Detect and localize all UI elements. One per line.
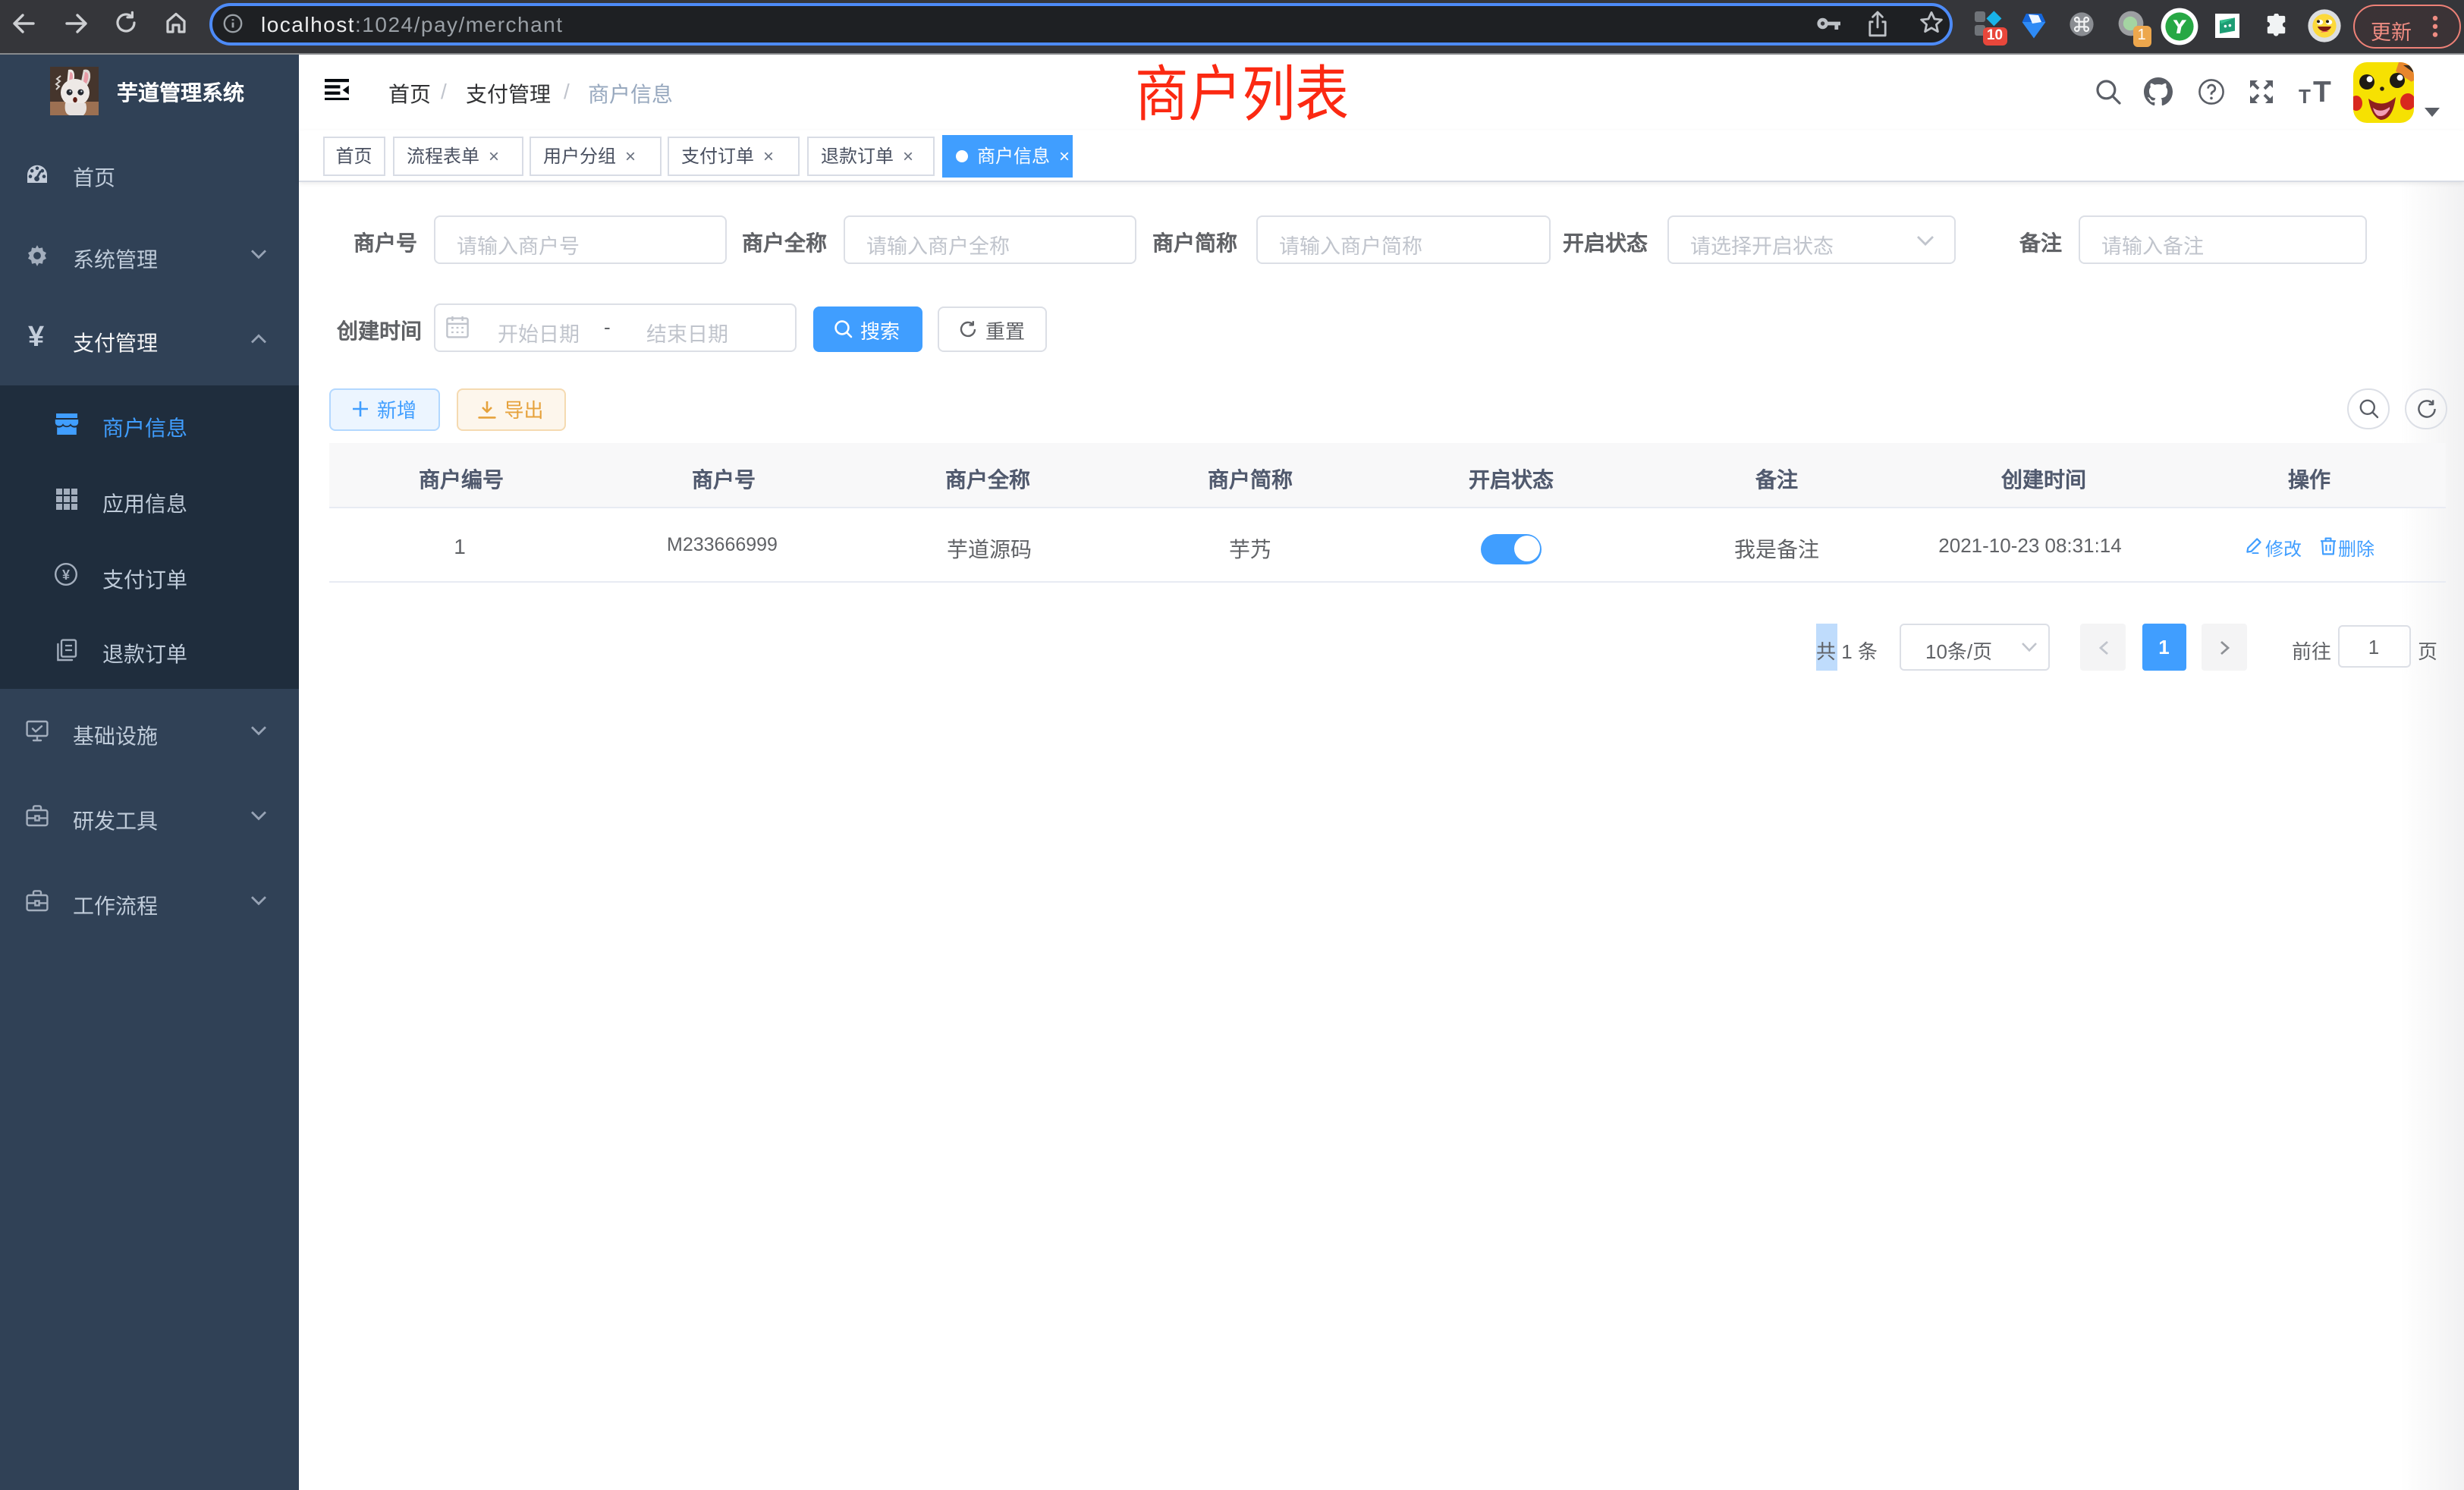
svg-text:¥: ¥ — [62, 567, 70, 583]
